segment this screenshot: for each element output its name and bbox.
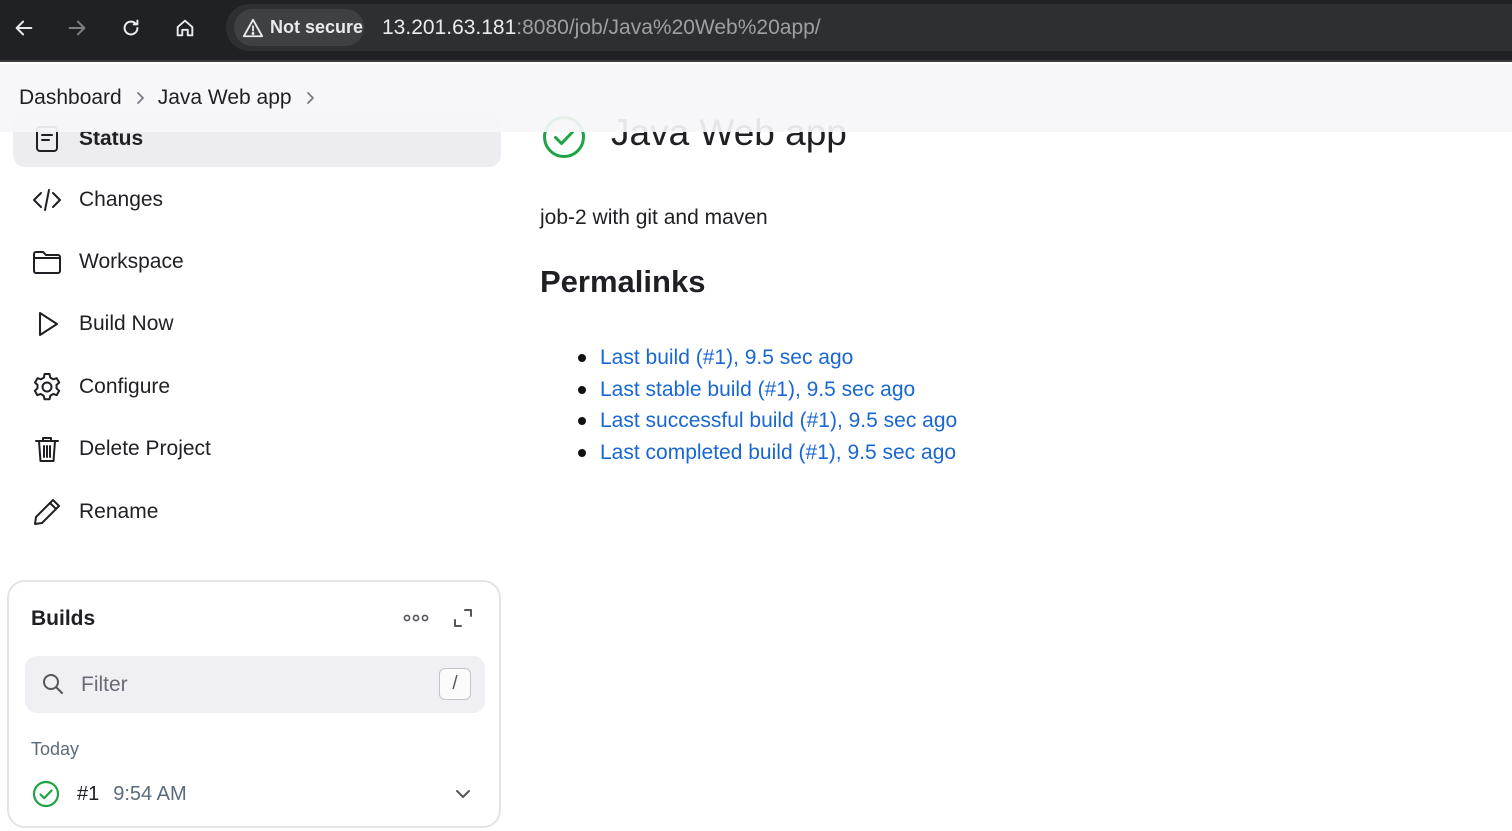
build-number[interactable]: #1 [77, 783, 99, 806]
permalink-last-completed-build[interactable]: Last completed build (#1), 9.5 sec ago [600, 441, 956, 464]
home-button[interactable] [167, 10, 203, 46]
play-icon [30, 307, 64, 341]
security-label: Not secure [270, 17, 364, 37]
list-item: Last stable build (#1), 9.5 sec ago [577, 376, 957, 408]
builds-more-button[interactable] [401, 606, 431, 630]
address-bar[interactable]: Not secure 13.201.63.181:8080/job/Java%2… [226, 4, 1512, 51]
browser-toolbar: Not secure 13.201.63.181:8080/job/Java%2… [0, 0, 1512, 62]
breadcrumb-separator [122, 91, 158, 105]
sidebar-item-changes[interactable]: Changes [13, 172, 501, 228]
breadcrumb: Dashboard Java Web app [0, 64, 1512, 132]
sidebar-item-delete-project[interactable]: Delete Project [13, 421, 501, 477]
keyboard-shortcut-hint: / [439, 668, 471, 700]
forward-button[interactable] [59, 10, 95, 46]
arrow-left-icon [15, 20, 33, 36]
chevron-right-icon [136, 92, 144, 104]
breadcrumb-dashboard[interactable]: Dashboard [19, 86, 122, 110]
pencil-icon [30, 495, 64, 529]
sidebar-item-build-now[interactable]: Build Now [13, 296, 501, 352]
sidebar-item-configure[interactable]: Configure [13, 359, 501, 415]
builds-title: Builds [31, 607, 96, 630]
list-item: Last successful build (#1), 9.5 sec ago [577, 407, 957, 439]
url-text[interactable]: 13.201.63.181:8080/job/Java%20Web%20app/ [382, 16, 821, 40]
list-item: Last completed build (#1), 9.5 sec ago [577, 439, 957, 471]
arrow-right-icon [68, 20, 86, 36]
list-item: Last build (#1), 9.5 sec ago [577, 344, 957, 376]
expand-icon [454, 609, 472, 627]
trash-icon [30, 432, 64, 466]
more-horizontal-icon [403, 614, 429, 622]
back-button[interactable] [6, 10, 42, 46]
sidebar-item-label: Workspace [79, 250, 184, 273]
build-time: 9:54 AM [113, 782, 187, 805]
reload-icon [123, 19, 139, 36]
job-description: job-2 with git and maven [540, 206, 768, 229]
security-chip[interactable]: Not secure [234, 9, 364, 46]
reload-button[interactable] [113, 10, 149, 46]
build-row[interactable]: #1 9:54 AM [23, 772, 487, 816]
home-icon [176, 19, 194, 37]
sidebar-item-label: Changes [79, 188, 164, 211]
permalink-last-stable-build[interactable]: Last stable build (#1), 9.5 sec ago [600, 378, 915, 401]
search-icon [43, 674, 63, 694]
builds-panel: Builds / Today #1 9:54 AM [7, 580, 501, 828]
sidebar-item-label: Configure [79, 375, 171, 398]
sidebar-item-rename[interactable]: Rename [13, 484, 501, 540]
chevron-right-icon [306, 92, 314, 104]
breadcrumb-separator[interactable] [292, 91, 328, 105]
success-check-icon [32, 780, 60, 808]
builds-group-label: Today [31, 739, 80, 759]
sidebar-item-label: Build Now [79, 312, 174, 335]
gear-icon [30, 370, 64, 404]
folder-icon [30, 245, 64, 279]
builds-expand-button[interactable] [451, 606, 475, 630]
chevron-down-icon[interactable] [451, 782, 475, 806]
sidebar-item-label: Delete Project [79, 437, 211, 460]
breadcrumb-job[interactable]: Java Web app [158, 86, 292, 110]
permalink-last-successful-build[interactable]: Last successful build (#1), 9.5 sec ago [600, 409, 957, 432]
filter-input[interactable] [81, 666, 421, 704]
permalinks-list: Last build (#1), 9.5 sec ago Last stable… [577, 344, 957, 471]
builds-filter[interactable]: / [25, 656, 485, 713]
warning-icon [242, 18, 264, 37]
sidebar-item-label: Rename [79, 500, 159, 523]
sidebar-item-workspace[interactable]: Workspace [13, 234, 501, 290]
permalinks-heading: Permalinks [540, 264, 706, 299]
url-host: 13.201.63.181 [382, 16, 517, 39]
url-path: :8080/job/Java%20Web%20app/ [516, 16, 821, 39]
permalink-last-build[interactable]: Last build (#1), 9.5 sec ago [600, 346, 853, 369]
code-icon [30, 183, 64, 217]
